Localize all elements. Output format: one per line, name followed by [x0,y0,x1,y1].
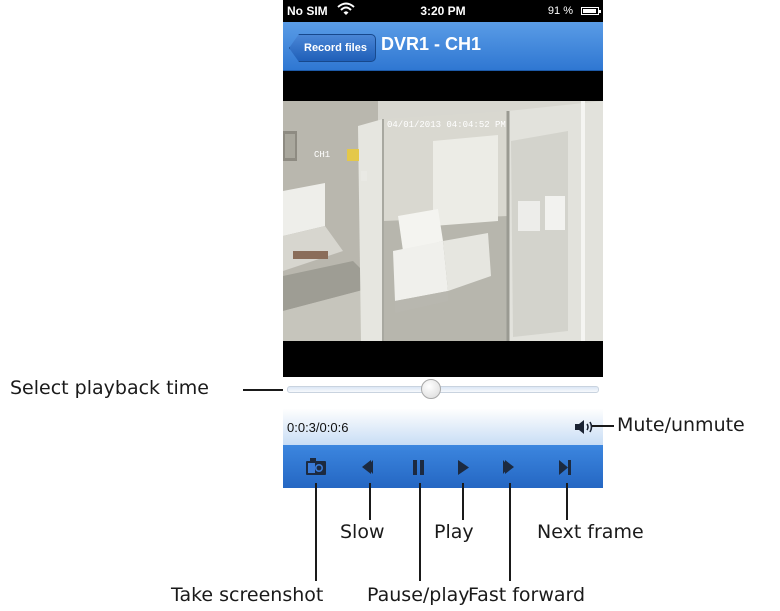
playback-controls [283,445,603,488]
callout-line-next-frame [566,483,568,520]
callout-next-frame: Next frame [537,521,644,543]
play-icon [458,460,469,475]
page-title: DVR1 - CH1 [381,34,482,54]
slow-button[interactable] [354,455,380,479]
nav-bar: Record files DVR1 - CH1 [283,22,603,71]
callout-play: Play [434,521,474,543]
callout-line-playback [243,389,283,391]
callout-line-slow [369,483,371,520]
playback-time-slider[interactable] [283,377,603,409]
callout-fast-forward: Fast forward [468,584,586,606]
pause-button[interactable] [406,455,432,479]
speaker-icon[interactable] [573,417,597,437]
back-button[interactable]: Record files [289,34,376,62]
battery-icon [581,7,601,15]
next-frame-button[interactable] [552,455,578,479]
phone-screen: No SIM 3:20 PM 91 % Record files DVR1 - … [283,0,603,488]
callout-line-mute [592,425,614,427]
pause-icon [413,460,424,475]
screenshot-button[interactable] [303,455,329,479]
callout-line-pause [419,483,421,581]
slider-thumb[interactable] [420,379,441,399]
status-bar: No SIM 3:20 PM 91 % [283,0,603,22]
next-frame-icon [559,460,571,475]
callout-select-playback-time: Select playback time [10,377,209,399]
callout-take-screenshot: Take screenshot [171,584,324,606]
battery-percent: 91 % [547,5,573,17]
video-player[interactable]: 04/01/2013 04:04:52 PM CH1 [283,71,603,377]
play-button[interactable] [450,455,476,479]
callout-mute-unmute: Mute/unmute [617,414,745,436]
playback-info-bar: 0:0:3/0:0:6 [283,409,603,445]
video-frame: 04/01/2013 04:04:52 PM CH1 [283,101,603,341]
rewind-icon [362,460,373,474]
callout-line-play [462,483,464,520]
camera-scene-image [283,101,603,341]
slider-track[interactable] [287,386,599,393]
video-timestamp-overlay: 04/01/2013 04:04:52 PM [387,120,506,130]
playback-timecode: 0:0:3/0:0:6 [287,420,349,435]
video-channel-overlay: CH1 [314,150,331,160]
fast-forward-icon [503,460,514,474]
callout-line-fast-forward [509,483,511,581]
callout-pause-play: Pause/play [367,584,470,606]
camera-icon [306,458,326,475]
callout-line-screenshot [315,483,317,581]
fast-forward-button[interactable] [496,455,522,479]
callout-slow: Slow [340,521,385,543]
